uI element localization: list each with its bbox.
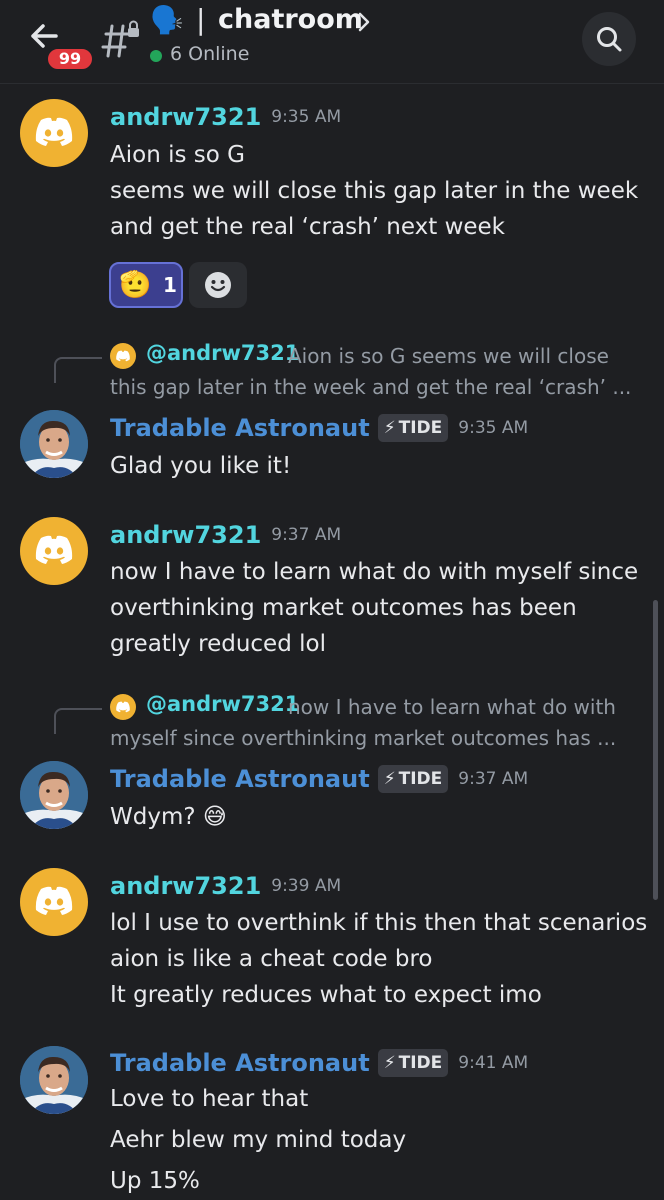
reply-preview[interactable]: this gap later in the week and get the r…	[110, 375, 631, 399]
search-icon	[597, 27, 622, 52]
message-text: Up 15%	[110, 1168, 200, 1194]
discord-logo-icon	[35, 117, 73, 146]
reply-connector	[54, 357, 102, 383]
locked-channel-icon	[98, 20, 142, 60]
avatar[interactable]	[20, 517, 88, 585]
message-text: Love to hear that	[110, 1086, 309, 1112]
scrollbar[interactable]	[653, 600, 658, 900]
reply-avatar	[110, 343, 136, 369]
message-text: and get the real ‘crash’ next week	[110, 214, 505, 240]
discord-logo-icon	[35, 886, 73, 915]
timestamp: 9:35 AM	[458, 418, 529, 438]
message-text: Aehr blew my mind today	[110, 1127, 407, 1153]
reply-preview[interactable]: Aion is so G seems we will close	[288, 344, 609, 368]
role-tag-label: TIDE	[398, 418, 443, 438]
bolt-icon: ⚡	[383, 418, 396, 438]
username[interactable]: andrw7321	[110, 872, 261, 900]
message-text: Wdym? 😅	[110, 804, 227, 830]
astronaut-avatar-icon	[20, 410, 88, 478]
channel-emoji: 🗣️	[150, 5, 184, 36]
online-status-dot	[150, 50, 162, 62]
avatar[interactable]	[20, 761, 88, 829]
title-separator: |	[196, 3, 206, 36]
timestamp: 9:41 AM	[458, 1053, 529, 1073]
username[interactable]: Tradable Astronaut	[110, 765, 370, 793]
username[interactable]: Tradable Astronaut	[110, 414, 370, 442]
message-text: aion is like a cheat code bro	[110, 946, 433, 972]
timestamp: 9:39 AM	[271, 876, 342, 896]
search-button[interactable]	[582, 12, 636, 66]
message-text: lol I use to overthink if this then that…	[110, 910, 648, 936]
salute-emoji-icon: 🫡	[119, 270, 152, 300]
channel-name[interactable]: chatroom	[218, 4, 363, 35]
unread-badge: 99	[45, 46, 95, 72]
message-text: Aion is so G	[110, 142, 245, 168]
role-tag-label: TIDE	[398, 1053, 443, 1073]
add-reaction-button[interactable]	[189, 262, 247, 308]
timestamp: 9:35 AM	[271, 107, 342, 127]
discord-logo-icon	[35, 535, 73, 564]
astronaut-avatar-icon	[20, 761, 88, 829]
timestamp: 9:37 AM	[271, 525, 342, 545]
discord-logo-icon	[116, 701, 130, 713]
smiley-icon	[205, 272, 231, 298]
username[interactable]: andrw7321	[110, 521, 261, 549]
username[interactable]: andrw7321	[110, 103, 261, 131]
reply-preview[interactable]: now I have to learn what do with	[288, 695, 616, 719]
astronaut-avatar-icon	[20, 1046, 88, 1114]
bolt-icon: ⚡	[383, 1053, 396, 1073]
online-count: 6 Online	[170, 43, 250, 65]
timestamp: 9:37 AM	[458, 769, 529, 789]
avatar[interactable]	[20, 868, 88, 936]
reply-connector	[54, 708, 102, 734]
message-text: seems we will close this gap later in th…	[110, 178, 639, 204]
bolt-icon: ⚡	[383, 769, 396, 789]
chevron-right-icon[interactable]	[356, 10, 372, 34]
role-tag[interactable]: ⚡ TIDE	[377, 765, 449, 793]
role-tag[interactable]: ⚡ TIDE	[377, 1049, 449, 1077]
reaction-count: 1	[163, 273, 177, 297]
avatar[interactable]	[20, 1046, 88, 1114]
message-list[interactable]: andrw7321 9:35 AM Aion is so G seems we w…	[0, 85, 664, 1200]
role-tag-label: TIDE	[398, 769, 443, 789]
avatar[interactable]	[20, 99, 88, 167]
reply-mention[interactable]: @andrw7321	[146, 341, 299, 365]
discord-logo-icon	[116, 350, 130, 362]
message-text: overthinking market outcomes has been	[110, 595, 577, 621]
username[interactable]: Tradable Astronaut	[110, 1049, 370, 1077]
reply-mention[interactable]: @andrw7321	[146, 692, 299, 716]
message-text: It greatly reduces what to expect imo	[110, 982, 542, 1008]
reply-preview[interactable]: myself since overthinking market outcome…	[110, 726, 616, 750]
reaction-salute[interactable]: 🫡 1	[109, 262, 183, 308]
message-text: now I have to learn what do with myself …	[110, 559, 639, 585]
role-tag[interactable]: ⚡ TIDE	[377, 414, 449, 442]
avatar[interactable]	[20, 410, 88, 478]
reply-avatar	[110, 694, 136, 720]
message-text: greatly reduced lol	[110, 631, 326, 657]
channel-header: 99 🗣️ | chatroom 6 Online	[0, 0, 664, 84]
message-text: Glad you like it!	[110, 453, 292, 479]
